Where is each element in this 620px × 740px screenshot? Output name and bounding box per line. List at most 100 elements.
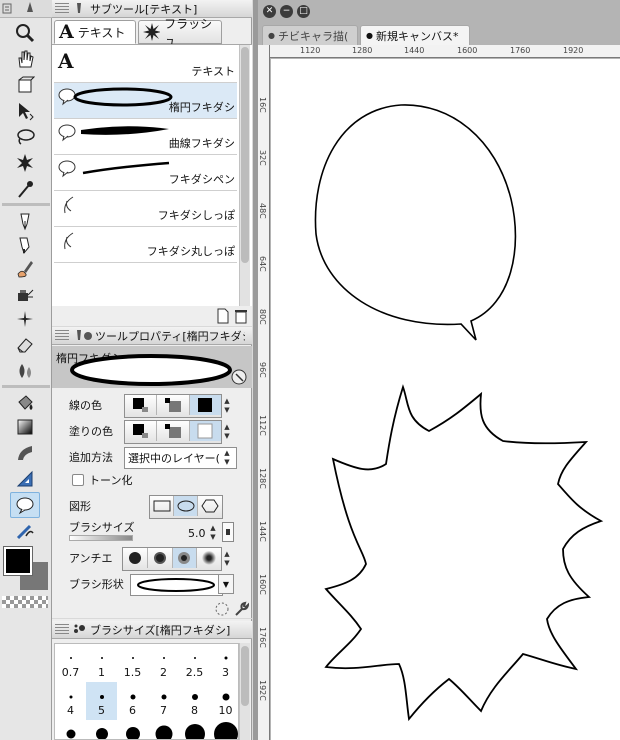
brush-size-preset[interactable]: 1.5 — [117, 644, 149, 683]
blend-tool-icon[interactable] — [10, 358, 40, 384]
canvas-paper[interactable] — [271, 59, 620, 740]
lasso-selection-icon[interactable] — [10, 124, 40, 150]
brush-size-preset[interactable]: 10 — [210, 682, 238, 721]
transparent-color-swatch[interactable] — [2, 596, 48, 608]
fill-color-stepper[interactable]: ▲ ▼ — [222, 422, 232, 442]
brush-tool-icon[interactable] — [10, 256, 40, 282]
antialias-stepper[interactable]: ▲ ▼ — [222, 549, 232, 569]
antialias-strong-icon[interactable] — [197, 548, 221, 568]
close-window-icon[interactable]: ✕ — [263, 5, 276, 18]
scrollbar-thumb[interactable] — [241, 646, 249, 706]
rotate-tool-icon[interactable] — [10, 72, 40, 98]
brush-size-scrollbar[interactable] — [239, 643, 250, 740]
hand-tool-icon[interactable] — [10, 46, 40, 72]
restore-window-icon[interactable]: □ — [297, 5, 310, 18]
main-color-option-icon[interactable] — [125, 421, 158, 441]
subtool-item[interactable]: A テキスト — [54, 47, 237, 83]
reset-dots-icon[interactable] — [214, 601, 230, 617]
flash-burst-balloon[interactable] — [324, 384, 604, 722]
panel-menu-icon[interactable] — [55, 623, 69, 636]
balloon-tool-icon[interactable] — [10, 492, 40, 518]
chevron-down-icon[interactable]: ▼ — [218, 574, 234, 594]
subtool-item-selected[interactable]: 楕円フキダシ — [54, 83, 237, 119]
pen-tool-icon[interactable] — [10, 208, 40, 234]
chevron-updown-icon[interactable]: ▲ ▼ — [222, 448, 232, 468]
brush-size-preset[interactable]: 4 — [55, 682, 87, 721]
tab-text[interactable]: A テキスト — [54, 20, 136, 44]
rectangle-shape-icon[interactable] — [150, 496, 174, 516]
subtool-list-scrollbar[interactable] — [239, 45, 250, 307]
sub-color-option-icon[interactable] — [157, 421, 190, 441]
tab-flash[interactable]: フラッシュ — [138, 17, 222, 48]
tool-palette — [0, 0, 52, 740]
ellipse-speech-balloon[interactable] — [314, 104, 517, 341]
subtool-item[interactable]: フキダシしっぽ — [54, 191, 237, 227]
main-color-swatch-front[interactable] — [3, 546, 33, 576]
brush-size-preset[interactable]: 2 — [148, 644, 180, 683]
document-tab-label: 新規キャンバス* — [375, 29, 459, 43]
figure-tool-icon[interactable] — [10, 440, 40, 466]
brush-size-slider[interactable] — [69, 535, 133, 541]
subtool-item[interactable]: フキダシペン — [54, 155, 237, 191]
brush-size-preset[interactable] — [210, 720, 238, 739]
ellipse-shape-icon[interactable] — [174, 496, 198, 516]
brush-size-preset[interactable]: 1 — [86, 644, 118, 683]
brush-size-preset[interactable]: 3 — [210, 644, 238, 683]
antialias-weak-icon[interactable] — [148, 548, 173, 568]
ruler-tool-icon[interactable] — [10, 466, 40, 492]
minimize-window-icon[interactable]: − — [280, 5, 293, 18]
correction-line-tool-icon[interactable] — [10, 518, 40, 544]
fill-bucket-icon[interactable] — [10, 390, 40, 416]
scrollbar-thumb[interactable] — [241, 47, 249, 263]
antialias-none-icon[interactable] — [123, 548, 148, 568]
brush-shape-dropdown[interactable] — [130, 574, 223, 596]
polygon-shape-icon[interactable] — [198, 496, 221, 516]
zoom-tool-icon[interactable] — [10, 20, 40, 46]
auto-select-wand-icon[interactable] — [10, 150, 40, 176]
brush-size-stepper[interactable]: ▲ ▼ — [208, 523, 218, 543]
document-tab[interactable]: ● チビキャラ描( — [262, 25, 358, 45]
document-tab-active[interactable]: ● 新規キャンバス* — [360, 25, 470, 45]
brush-size-preset[interactable] — [179, 720, 211, 739]
brush-size-menu-button[interactable] — [222, 522, 234, 542]
trash-icon[interactable] — [234, 308, 248, 324]
brush-size-preset[interactable]: 8 — [179, 682, 211, 721]
add-method-dropdown[interactable]: 選択中のレイヤー( — [124, 447, 237, 469]
gradient-tool-icon[interactable] — [10, 414, 40, 440]
fill-color-selector[interactable] — [124, 420, 222, 444]
shape-selector[interactable] — [149, 495, 223, 519]
brush-size-preset[interactable] — [148, 720, 180, 739]
airbrush-tool-icon[interactable] — [10, 282, 40, 308]
pencil-tool-icon[interactable] — [10, 232, 40, 258]
brush-size-value[interactable]: 5.0 — [188, 527, 206, 540]
brush-size-preset[interactable] — [86, 720, 118, 739]
brush-size-preset[interactable]: 6 — [117, 682, 149, 721]
brush-size-preset[interactable] — [117, 720, 149, 739]
tool-palette-header — [0, 0, 52, 18]
main-color-option-icon[interactable] — [125, 395, 158, 415]
eraser-tool-icon[interactable] — [10, 332, 40, 358]
brush-size-preset[interactable]: 7 — [148, 682, 180, 721]
antialias-selector[interactable] — [122, 547, 222, 571]
brush-size-preset[interactable]: 0.7 — [55, 644, 87, 683]
panel-menu-icon[interactable] — [55, 329, 69, 342]
sub-color-option-icon[interactable] — [157, 395, 190, 415]
line-color-selector[interactable] — [124, 394, 222, 418]
move-layer-tool-icon[interactable] — [10, 98, 40, 124]
brush-size-preset[interactable] — [55, 720, 87, 739]
antialias-label: アンチエ — [69, 552, 113, 565]
wrench-icon[interactable] — [233, 601, 249, 617]
antialias-medium-icon[interactable] — [172, 548, 198, 568]
user-color-option-icon[interactable] — [189, 395, 221, 415]
tone-checkbox[interactable] — [72, 474, 84, 486]
subtool-item[interactable]: フキダシ丸しっぽ — [54, 227, 237, 263]
brush-size-preset[interactable]: 2.5 — [179, 644, 211, 683]
decoration-tool-icon[interactable] — [10, 306, 40, 332]
subtool-item[interactable]: 曲線フキダシ — [54, 119, 237, 155]
brush-size-preset-selected[interactable]: 5 — [86, 682, 118, 721]
panel-menu-icon[interactable] — [55, 2, 69, 15]
new-subtool-icon[interactable] — [216, 308, 230, 324]
line-color-stepper[interactable]: ▲ ▼ — [222, 396, 232, 416]
eyedropper-icon[interactable] — [10, 176, 40, 202]
user-color-option-icon[interactable] — [189, 421, 221, 441]
